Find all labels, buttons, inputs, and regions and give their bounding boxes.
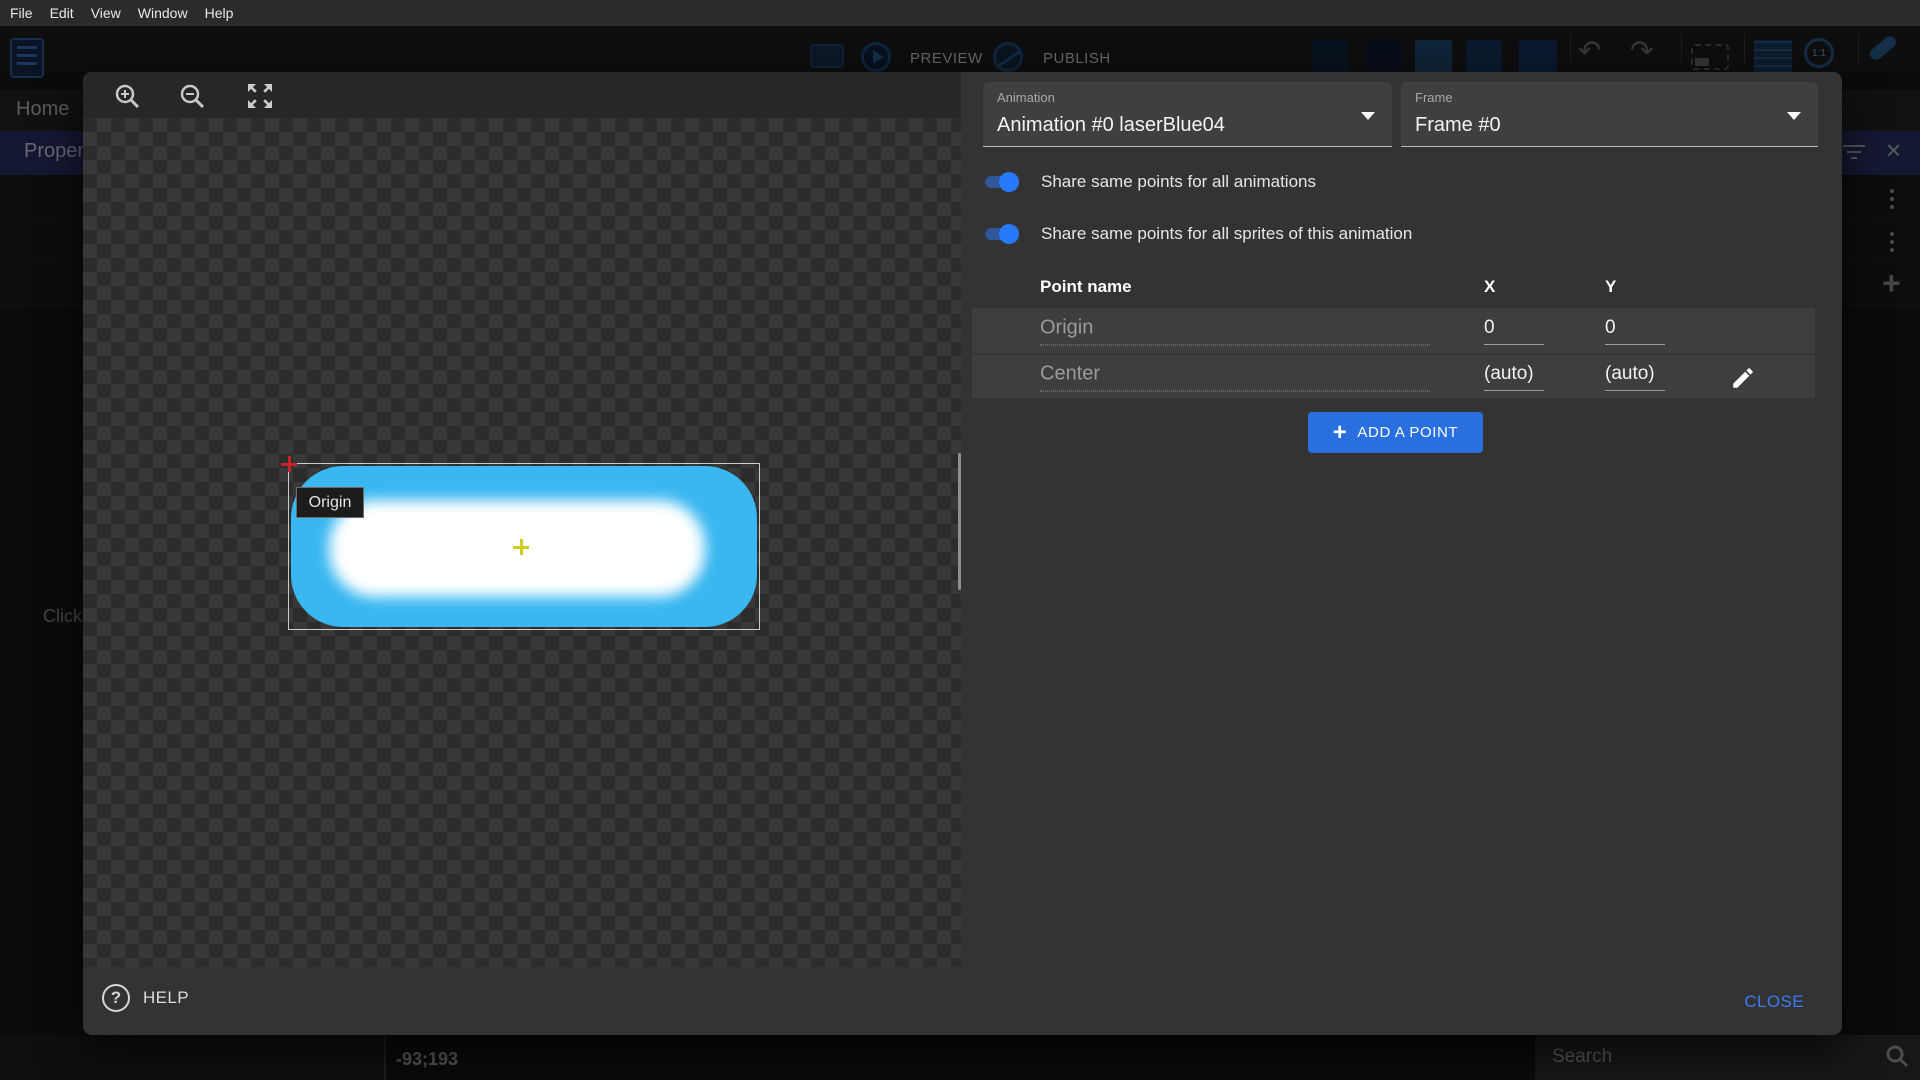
points-table-header: Point name X Y xyxy=(972,265,1815,309)
point-name-field: Origin xyxy=(1040,316,1430,345)
menu-view[interactable]: View xyxy=(91,5,121,21)
point-x-input[interactable]: (auto) xyxy=(1484,363,1544,391)
animation-select-label: Animation xyxy=(997,90,1055,105)
point-name-field: Center xyxy=(1040,362,1430,391)
help-icon: ? xyxy=(102,984,130,1012)
points-controls-pane: Animation Animation #0 laserBlue04 Frame… xyxy=(961,72,1842,967)
share-points-all-sprites-toggle[interactable] xyxy=(983,224,1019,244)
menu-edit[interactable]: Edit xyxy=(50,5,74,21)
menu-bar: File Edit View Window Help xyxy=(0,0,1920,26)
sprite-preview-pane: Origin xyxy=(83,72,961,967)
transparency-canvas[interactable]: Origin xyxy=(83,118,961,967)
chevron-down-icon xyxy=(1787,112,1801,120)
fit-to-screen-button[interactable] xyxy=(244,80,276,112)
add-a-point-button[interactable]: + ADD A POINT xyxy=(1308,412,1483,453)
app-window: File Edit View Window Help PREVIEW xyxy=(0,0,1920,1080)
menu-window[interactable]: Window xyxy=(138,5,188,21)
frame-select[interactable]: Frame Frame #0 xyxy=(1401,82,1818,147)
toggle-label: Share same points for all animations xyxy=(1041,172,1316,192)
point-y-input[interactable]: (auto) xyxy=(1605,363,1665,391)
origin-point-tooltip: Origin xyxy=(296,487,364,518)
zoom-in-button[interactable] xyxy=(113,82,141,110)
points-editor-dialog: Origin Animation Animation #0 laserBlue0… xyxy=(83,72,1842,1035)
point-x-input[interactable]: 0 xyxy=(1484,317,1544,345)
help-button[interactable]: ? HELP xyxy=(102,984,189,1012)
pencil-icon xyxy=(1730,365,1756,391)
frame-select-value: Frame #0 xyxy=(1415,114,1501,137)
menu-file[interactable]: File xyxy=(10,5,33,21)
menu-help[interactable]: Help xyxy=(205,5,234,21)
animation-select[interactable]: Animation Animation #0 laserBlue04 xyxy=(983,82,1392,147)
share-points-all-animations-toggle[interactable] xyxy=(983,172,1019,192)
sprite-selection-box: Origin xyxy=(288,463,760,630)
dialog-bottom-bar: ? HELP CLOSE xyxy=(83,967,1842,1035)
frame-select-label: Frame xyxy=(1415,90,1453,105)
table-row-center: Center (auto) (auto) xyxy=(972,353,1815,398)
close-button[interactable]: CLOSE xyxy=(1738,991,1810,1013)
column-header-name: Point name xyxy=(1040,277,1132,297)
add-a-point-label: ADD A POINT xyxy=(1357,424,1458,441)
point-y-input[interactable]: 0 xyxy=(1605,317,1665,345)
column-header-x: X xyxy=(1484,277,1495,297)
animation-select-value: Animation #0 laserBlue04 xyxy=(997,114,1225,137)
zoom-out-button[interactable] xyxy=(178,82,206,110)
table-row-origin: Origin 0 0 xyxy=(972,308,1815,353)
toggle-label: Share same points for all sprites of thi… xyxy=(1041,224,1412,244)
edit-point-button[interactable] xyxy=(1730,365,1756,391)
help-label: HELP xyxy=(143,988,189,1008)
chevron-down-icon xyxy=(1361,112,1375,120)
column-header-y: Y xyxy=(1605,277,1616,297)
